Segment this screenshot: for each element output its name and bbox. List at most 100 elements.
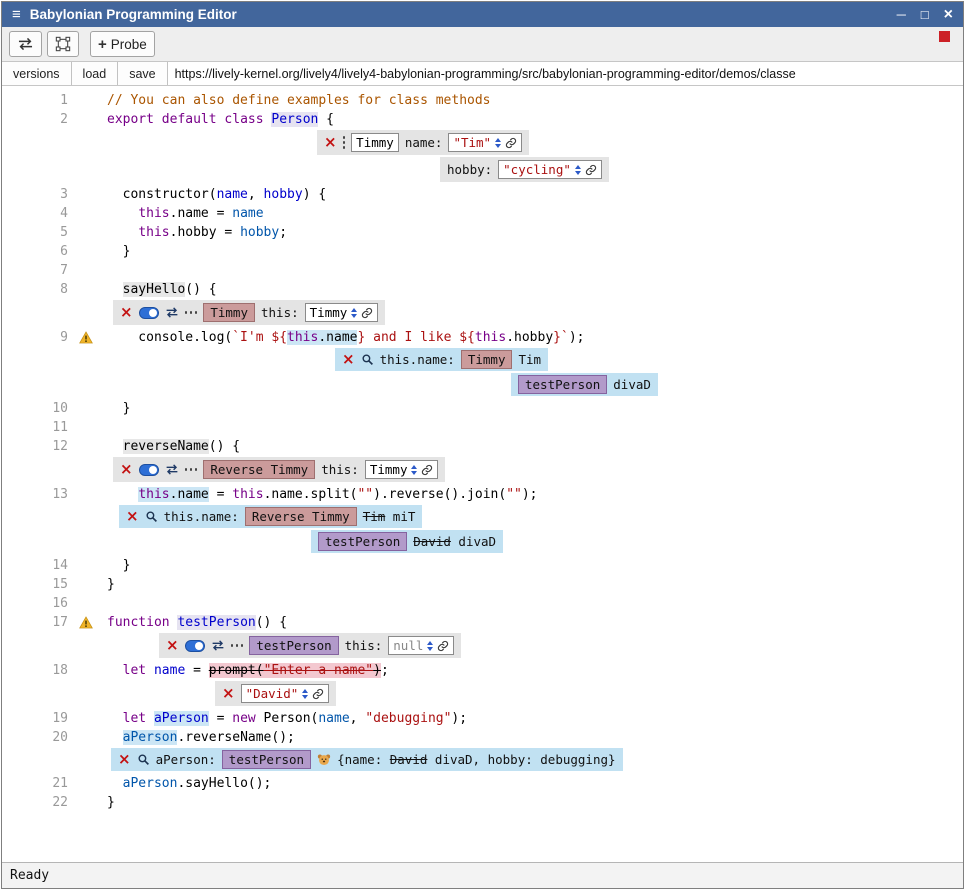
- example-name-input[interactable]: Timmy: [351, 133, 399, 152]
- stepper-up-down-icon[interactable]: [351, 308, 357, 318]
- code-token: // You can also define examples for clas…: [107, 93, 491, 108]
- code-token: aPerson: [123, 776, 178, 791]
- close-widget-icon[interactable]: ×: [126, 509, 139, 524]
- code-line[interactable]: 22}: [2, 793, 963, 812]
- line-number: 2: [2, 110, 72, 129]
- code-line[interactable]: 11: [2, 418, 963, 437]
- code-line[interactable]: 10 }: [2, 399, 963, 418]
- this-value-select[interactable]: Timmy: [365, 460, 439, 479]
- this-value-select[interactable]: Timmy: [305, 303, 379, 322]
- code-text: this.hobby = hobby;: [103, 223, 287, 242]
- code-token: name: [217, 187, 248, 202]
- close-button[interactable]: ×: [944, 7, 953, 23]
- code-line[interactable]: 12 reverseName() {: [2, 437, 963, 456]
- more-options-icon[interactable]: [185, 468, 198, 471]
- maximize-button[interactable]: □: [921, 8, 929, 21]
- more-options-icon[interactable]: [231, 644, 244, 647]
- link-icon[interactable]: [421, 464, 433, 476]
- link-icon[interactable]: [505, 137, 517, 149]
- code-line[interactable]: 7: [2, 261, 963, 280]
- example-badge[interactable]: Timmy: [203, 303, 255, 322]
- line-number: 18: [2, 661, 72, 680]
- minimize-button[interactable]: ─: [897, 8, 906, 21]
- example-badge[interactable]: Reverse Timmy: [245, 507, 357, 526]
- code-editor[interactable]: 1// You can also define examples for cla…: [2, 86, 963, 862]
- close-widget-icon[interactable]: ×: [342, 352, 355, 367]
- code-line[interactable]: 8 sayHello() {: [2, 280, 963, 299]
- code-token: "": [357, 487, 373, 502]
- replacement-value-input[interactable]: "David": [241, 684, 330, 703]
- close-widget-icon[interactable]: ×: [118, 752, 131, 767]
- example-badge[interactable]: Timmy: [461, 350, 513, 369]
- code-text: }: [103, 793, 115, 812]
- close-widget-icon[interactable]: ×: [120, 462, 133, 477]
- link-icon[interactable]: [312, 688, 324, 700]
- example-badge[interactable]: testPerson: [518, 375, 607, 394]
- probe-widget: ×this.name:TimmyTimtestPersondivaD: [2, 348, 963, 396]
- stepper-up-down-icon[interactable]: [495, 138, 501, 148]
- swap-example-icon[interactable]: [211, 640, 225, 651]
- stepper-up-down-icon[interactable]: [575, 165, 581, 175]
- code-line[interactable]: 13 this.name = this.name.split("").rever…: [2, 485, 963, 504]
- code-token: =: [209, 487, 232, 502]
- toggle-on-icon[interactable]: [139, 307, 159, 319]
- warning-icon[interactable]: [72, 613, 103, 632]
- code-line[interactable]: 3 constructor(name, hobby) {: [2, 185, 963, 204]
- close-widget-icon[interactable]: ×: [166, 638, 179, 653]
- example-badge[interactable]: testPerson: [222, 750, 311, 769]
- example-badge[interactable]: testPerson: [318, 532, 407, 551]
- url-field[interactable]: https://lively-kernel.org/lively4/lively…: [168, 62, 963, 85]
- code-token: "": [506, 487, 522, 502]
- code-token: .sayHello();: [177, 776, 271, 791]
- hamburger-menu-icon[interactable]: ≡: [12, 6, 21, 23]
- code-line[interactable]: 15}: [2, 575, 963, 594]
- versions-button[interactable]: versions: [2, 62, 72, 85]
- code-line[interactable]: 5 this.hobby = hobby;: [2, 223, 963, 242]
- stepper-up-down-icon[interactable]: [411, 465, 417, 475]
- swap-example-icon[interactable]: [165, 464, 179, 475]
- toggle-on-icon[interactable]: [185, 640, 205, 652]
- swap-example-icon[interactable]: [165, 307, 179, 318]
- code-line[interactable]: 18 let name = prompt("Enter a name");: [2, 661, 963, 680]
- code-token: aPerson: [154, 711, 209, 726]
- this-value-select[interactable]: null: [388, 636, 454, 655]
- toggle-on-icon[interactable]: [139, 464, 159, 476]
- code-line[interactable]: 6 }: [2, 242, 963, 261]
- field-value-input[interactable]: "Tim": [448, 133, 522, 152]
- code-line[interactable]: 21 aPerson.sayHello();: [2, 774, 963, 793]
- field-value-input[interactable]: "cycling": [498, 160, 602, 179]
- code-line[interactable]: 4 this.name = name: [2, 204, 963, 223]
- code-line[interactable]: 14 }: [2, 556, 963, 575]
- object-identity-emoji-icon: [317, 753, 331, 766]
- example-badge[interactable]: Reverse Timmy: [203, 460, 315, 479]
- code-line[interactable]: 17function testPerson() {: [2, 613, 963, 632]
- load-button[interactable]: load: [72, 62, 119, 85]
- save-button[interactable]: save: [118, 62, 167, 85]
- warn-slot: [72, 709, 103, 728]
- close-widget-icon[interactable]: ×: [120, 305, 133, 320]
- code-line[interactable]: 16: [2, 594, 963, 613]
- close-widget-icon[interactable]: ×: [324, 135, 337, 150]
- stepper-up-down-icon[interactable]: [302, 689, 308, 699]
- more-options-icon[interactable]: [185, 311, 198, 314]
- code-line[interactable]: 2export default class Person {: [2, 110, 963, 129]
- swap-arrows-button[interactable]: [9, 31, 42, 57]
- link-icon[interactable]: [585, 164, 597, 176]
- example-badge[interactable]: testPerson: [249, 636, 338, 655]
- code-line[interactable]: 20 aPerson.reverseName();: [2, 728, 963, 747]
- link-icon[interactable]: [437, 640, 449, 652]
- drag-handle-icon[interactable]: [343, 136, 346, 149]
- value-text: "David": [246, 686, 299, 701]
- code-line[interactable]: 19 let aPerson = new Person(name, "debug…: [2, 709, 963, 728]
- frame-select-button[interactable]: [47, 31, 79, 57]
- code-line[interactable]: 9 console.log(`I'm ${this.name} and I li…: [2, 328, 963, 347]
- code-text: [103, 418, 107, 437]
- code-line[interactable]: 1// You can also define examples for cla…: [2, 91, 963, 110]
- probe-values: {name: David divaD, hobby: debugging}: [337, 752, 615, 767]
- add-probe-button[interactable]: + Probe: [90, 31, 155, 57]
- close-widget-icon[interactable]: ×: [222, 686, 235, 701]
- link-icon[interactable]: [361, 307, 373, 319]
- stepper-up-down-icon[interactable]: [427, 641, 433, 651]
- warning-icon[interactable]: [72, 328, 103, 347]
- notification-indicator[interactable]: [939, 31, 950, 42]
